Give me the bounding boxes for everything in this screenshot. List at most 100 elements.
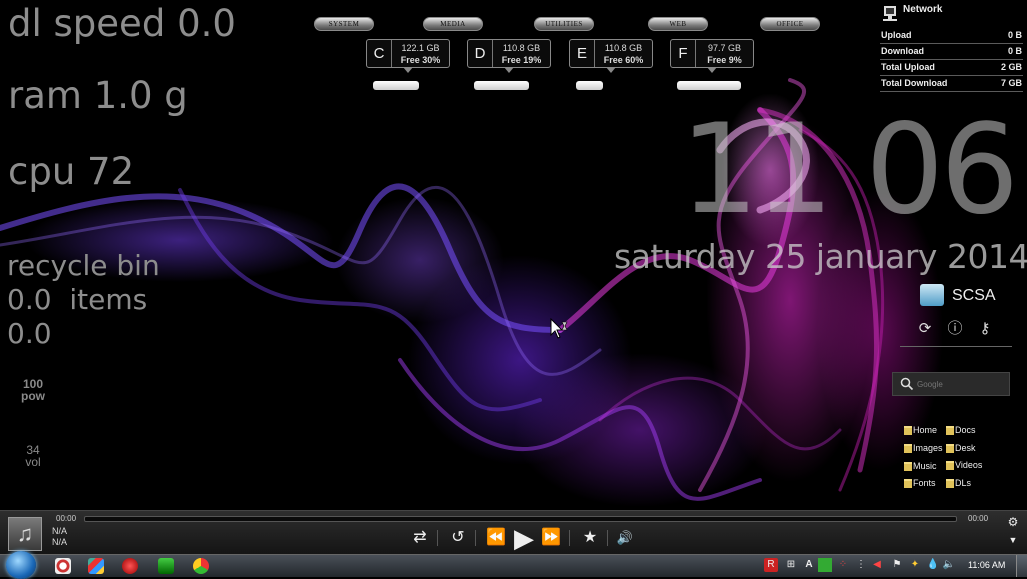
power-label: pow: [21, 389, 45, 403]
mouse-cursor-icon: [550, 318, 568, 339]
tab-media[interactable]: MEDIA: [423, 17, 483, 31]
drive-d-usage-bar: [474, 81, 529, 90]
folder-label: Images: [913, 443, 943, 453]
app-icon-chrome[interactable]: [193, 558, 209, 574]
drive-f[interactable]: F 97.7 GB Free 9%: [670, 39, 754, 73]
scsa-label[interactable]: SCSA: [952, 287, 996, 305]
track-artist: N/A: [52, 526, 68, 536]
network-value: 2 GB: [1000, 62, 1022, 72]
network-label: Total Download: [881, 78, 948, 88]
gear-icon[interactable]: ⚙: [1002, 514, 1024, 530]
drive-d[interactable]: D 110.8 GB Free 19%: [467, 39, 551, 73]
network-label: Upload: [881, 30, 912, 40]
app-icon-paint[interactable]: [88, 558, 104, 574]
tab-utilities[interactable]: UTILITIES: [534, 17, 594, 31]
tab-system[interactable]: SYSTEM: [314, 17, 374, 31]
music-note-icon[interactable]: ♫: [8, 517, 42, 551]
network-header: Network: [880, 2, 1023, 22]
folder-link-dls[interactable]: DLs: [946, 476, 971, 490]
app-icon-monitor[interactable]: [158, 558, 174, 574]
folder-link-music[interactable]: Music: [904, 459, 937, 473]
folder-label: Videos: [955, 460, 983, 470]
repeat-icon[interactable]: ↺: [445, 526, 471, 550]
recycle-bin-size: 0.0: [7, 317, 52, 350]
network-value: 0 B: [1007, 30, 1022, 40]
recycle-bin-title[interactable]: recycle bin: [7, 252, 160, 280]
tray-icon-network[interactable]: ⚑: [890, 558, 904, 572]
next-icon[interactable]: ⏩: [538, 526, 564, 550]
folder-icon: [946, 444, 954, 454]
elapsed-time: 00:00: [56, 514, 77, 523]
tray-icon-grid[interactable]: ⁘: [836, 558, 850, 572]
scsa-toolbar: ⟳ ⓘ ⚷: [900, 318, 1012, 347]
start-button[interactable]: [6, 551, 36, 579]
drive-size: 110.8 GB: [502, 43, 541, 53]
folder-link-videos[interactable]: Videos: [946, 458, 982, 472]
folder-link-home[interactable]: Home: [904, 423, 937, 437]
key-icon[interactable]: ⚷: [976, 320, 994, 338]
folder-link-images[interactable]: Images: [904, 441, 943, 455]
folder-label: Music: [913, 461, 937, 471]
shuffle-icon[interactable]: ⇄: [407, 526, 433, 550]
folder-label: Docs: [955, 425, 976, 435]
app-icon-red[interactable]: [122, 558, 138, 574]
drive-c[interactable]: C 122.1 GB Free 30%: [366, 39, 450, 73]
volume-label: vol: [25, 455, 41, 469]
network-row-upload: Upload 0 B: [880, 28, 1023, 44]
network-label: Total Upload: [881, 62, 935, 72]
folder-label: Home: [913, 425, 938, 435]
info-icon[interactable]: ⓘ: [946, 320, 964, 338]
search-input[interactable]: [917, 376, 1003, 392]
scsa-logo-icon[interactable]: [920, 284, 944, 306]
network-icon: [883, 6, 897, 21]
cpu-meter: cpu 72: [8, 150, 135, 193]
previous-icon[interactable]: ⏪: [483, 526, 509, 550]
folder-icon: [946, 461, 954, 471]
drive-size: 110.8 GB: [604, 43, 643, 53]
app-icon-security[interactable]: [55, 558, 71, 574]
tray-icon-volume[interactable]: 🔈: [942, 558, 956, 572]
refresh-icon[interactable]: ⟳: [916, 320, 934, 338]
folder-link-desk[interactable]: Desk: [946, 441, 976, 455]
search-icon: [900, 377, 914, 391]
drive-letter: E: [570, 40, 595, 67]
folder-label: Fonts: [913, 478, 936, 488]
star-icon[interactable]: ★: [577, 526, 603, 550]
network-value: 7 GB: [1000, 78, 1022, 88]
chevron-down-icon[interactable]: ▼: [1002, 533, 1024, 547]
tray-icon-dots[interactable]: ⋮: [854, 558, 868, 572]
google-search-box: [892, 372, 1010, 396]
total-time: 00:00: [968, 514, 989, 523]
tab-office[interactable]: OFFICE: [760, 17, 820, 31]
seek-bar[interactable]: [84, 516, 957, 522]
desktop: dl speed 0.0 ram 1.0 g cpu 72 recycle bi…: [0, 0, 1027, 510]
tray-icon-drop[interactable]: 💧: [926, 558, 940, 572]
drive-e[interactable]: E 110.8 GB Free 60%: [569, 39, 653, 73]
show-desktop-button[interactable]: [1016, 555, 1027, 577]
tray-icon-flag[interactable]: ◀: [870, 558, 884, 572]
drive-e-usage-bar: [576, 81, 603, 90]
drive-f-usage-bar: [677, 81, 741, 90]
folder-icon: [904, 479, 912, 489]
folder-icon: [946, 479, 954, 489]
tray-icon-windows[interactable]: ⊞: [784, 558, 798, 572]
power-meter: 100 pow: [18, 378, 48, 402]
recycle-bin-items: 0.0 items: [7, 283, 148, 316]
taskbar-clock[interactable]: 11:06 AM: [968, 560, 1005, 570]
taskbar: R ⊞ A ⁘ ⋮ ◀ ⚑ ✦ 💧 🔈 11:06 AM: [0, 551, 1027, 579]
drive-size: 122.1 GB: [401, 43, 440, 53]
volume-meter: 34 vol: [18, 444, 48, 468]
network-row-total-upload: Total Upload 2 GB: [880, 60, 1023, 76]
folder-label: Desk: [955, 443, 976, 453]
tray-icon-av[interactable]: R: [764, 558, 778, 572]
play-icon[interactable]: ▶: [509, 525, 539, 551]
tray-icon-green[interactable]: [818, 558, 832, 572]
folder-link-docs[interactable]: Docs: [946, 423, 976, 437]
volume-icon[interactable]: 🔊: [612, 526, 638, 550]
tray-icon-yellow[interactable]: ✦: [908, 558, 922, 572]
tab-web[interactable]: WEB: [648, 17, 708, 31]
ram-meter: ram 1.0 g: [8, 74, 188, 117]
folder-link-fonts[interactable]: Fonts: [904, 476, 936, 490]
language-indicator[interactable]: A: [802, 558, 816, 572]
drive-letter: D: [468, 40, 493, 67]
